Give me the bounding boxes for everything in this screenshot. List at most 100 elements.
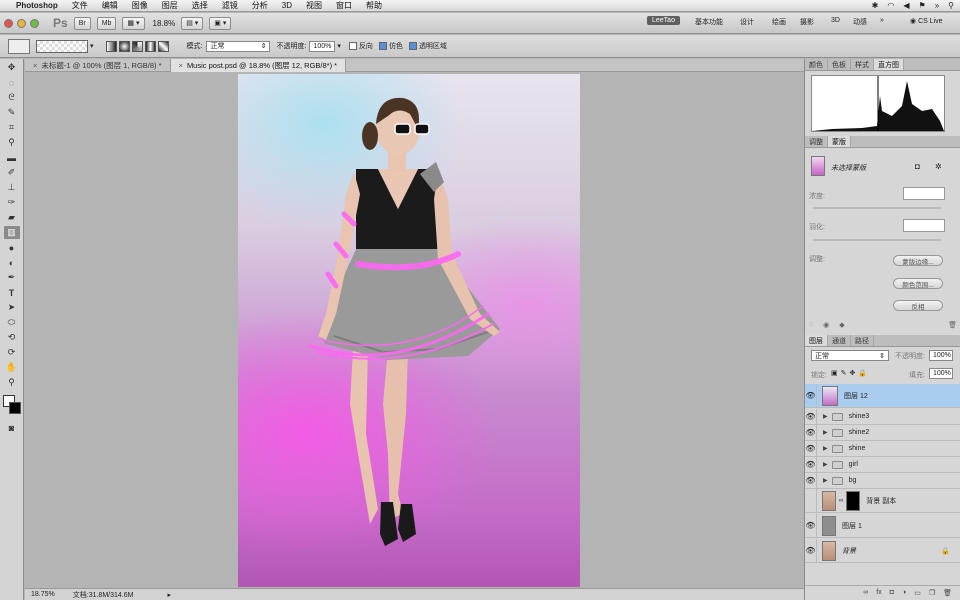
- arrange-documents-button[interactable]: ▤ ▾: [181, 16, 204, 30]
- expand-arrow-icon[interactable]: ▶: [823, 429, 828, 436]
- move-tool-icon[interactable]: ✥: [4, 61, 20, 74]
- shape-tool-icon[interactable]: ⬭: [4, 316, 20, 329]
- healing-brush-tool-icon[interactable]: ▬: [4, 151, 20, 164]
- workspace-motion[interactable]: 动感: [853, 17, 867, 27]
- menu-help[interactable]: 帮助: [366, 0, 382, 11]
- menu-filter[interactable]: 滤镜: [222, 0, 238, 11]
- zoom-level[interactable]: 18.8%: [153, 19, 176, 28]
- eye-icon[interactable]: 👁: [805, 513, 817, 538]
- 3d-rotate-tool-icon[interactable]: ⟲: [4, 331, 20, 344]
- workspace-essentials[interactable]: 基本功能: [695, 17, 723, 27]
- background-color-swatch[interactable]: [9, 402, 21, 414]
- expand-arrow-icon[interactable]: ▶: [823, 461, 828, 468]
- mask-edge-button[interactable]: 蒙版边缘...: [893, 255, 943, 266]
- blur-tool-icon[interactable]: ●: [4, 241, 20, 254]
- tab-music-post[interactable]: × Music post.psd @ 18.8% (图层 12, RGB/8*) …: [170, 59, 347, 72]
- opacity-input[interactable]: 100%: [309, 40, 336, 52]
- quick-mask-icon[interactable]: ◙: [4, 421, 20, 434]
- zoom-window-icon[interactable]: [30, 18, 39, 28]
- gradient-picker[interactable]: [36, 39, 88, 53]
- menu-app-name[interactable]: Photoshop: [16, 1, 58, 10]
- dodge-tool-icon[interactable]: ◐: [4, 256, 20, 269]
- reverse-checkbox[interactable]: [348, 42, 357, 51]
- menu-layer[interactable]: 图层: [162, 0, 178, 11]
- workspace-leetao[interactable]: LeeTao: [647, 16, 680, 25]
- layer-row[interactable]: 👁 背景 🔒: [805, 538, 960, 563]
- minimize-window-icon[interactable]: [17, 18, 26, 28]
- document-canvas[interactable]: [238, 74, 580, 587]
- zoom-tool-icon[interactable]: ⚲: [4, 376, 20, 389]
- feather-slider[interactable]: [813, 239, 941, 241]
- workspace-painting[interactable]: 绘画: [772, 17, 786, 27]
- quick-selection-tool-icon[interactable]: ✎: [4, 106, 20, 119]
- tab-color[interactable]: 颜色: [805, 59, 828, 70]
- layer-row[interactable]: 👁 ▶ shine: [805, 440, 960, 457]
- clone-stamp-tool-icon[interactable]: ⊥: [4, 181, 20, 194]
- density-input[interactable]: [903, 187, 945, 200]
- menu-select[interactable]: 选择: [192, 0, 208, 11]
- history-brush-tool-icon[interactable]: ✑: [4, 196, 20, 209]
- tab-untitled-1[interactable]: × 未标题-1 @ 100% (图层 1, RGB/8) *: [25, 59, 171, 72]
- color-range-button[interactable]: 颜色范围...: [893, 278, 943, 289]
- eye-icon[interactable]: 👁: [805, 383, 817, 408]
- cs-live-button[interactable]: ◉ CS Live: [910, 17, 943, 25]
- tab-adjustments[interactable]: 调整: [805, 136, 828, 147]
- feather-input[interactable]: [903, 219, 945, 232]
- status-zoom[interactable]: 18.75%: [31, 591, 55, 598]
- layer-row[interactable]: 👁 图层 12: [805, 383, 960, 408]
- blend-mode-select[interactable]: 正常 ⇕: [811, 350, 889, 361]
- gradient-tool-icon[interactable]: ▥: [3, 226, 20, 239]
- menu-image[interactable]: 图像: [132, 0, 148, 11]
- new-group-icon[interactable]: ▭: [914, 589, 921, 597]
- eye-icon[interactable]: 👁: [805, 456, 817, 473]
- volume-icon[interactable]: ◀: [903, 1, 909, 10]
- invert-button[interactable]: 反相: [893, 300, 943, 311]
- tab-masks[interactable]: 蒙版: [828, 136, 851, 147]
- expand-arrow-icon[interactable]: ▶: [823, 413, 828, 420]
- dither-checkbox[interactable]: [378, 42, 387, 51]
- marquee-tool-icon[interactable]: ◌: [4, 76, 20, 89]
- opacity-dropdown-icon[interactable]: ▾: [337, 42, 341, 50]
- load-selection-icon[interactable]: ◌: [809, 321, 813, 331]
- spotlight-icon[interactable]: ⚲: [948, 1, 954, 10]
- type-tool-icon[interactable]: T: [4, 286, 20, 299]
- tab-paths[interactable]: 路径: [851, 335, 874, 346]
- menu-3d[interactable]: 3D: [282, 1, 292, 10]
- eyedropper-tool-icon[interactable]: ⚲: [4, 136, 20, 149]
- radial-gradient-button[interactable]: [118, 40, 130, 52]
- layer-row[interactable]: 👁 ▶ shine2: [805, 424, 960, 441]
- lasso-tool-icon[interactable]: ᘓ: [4, 91, 20, 104]
- expand-arrow-icon[interactable]: ▶: [823, 445, 828, 452]
- workspace-3d[interactable]: 3D: [831, 17, 840, 24]
- add-mask-icon[interactable]: ◘: [890, 589, 894, 596]
- tab-channels[interactable]: 通道: [828, 335, 851, 346]
- flag-icon[interactable]: ⚑: [919, 1, 926, 10]
- wifi-icon[interactable]: ◠: [887, 1, 894, 10]
- close-window-icon[interactable]: [4, 18, 13, 28]
- expand-arrow-icon[interactable]: ▶: [823, 477, 828, 484]
- fast-forward-icon[interactable]: »: [935, 1, 939, 10]
- hand-tool-icon[interactable]: ✋: [4, 361, 20, 374]
- bridge-button[interactable]: Br: [73, 16, 91, 30]
- pixel-mask-icon[interactable]: ◘: [915, 162, 920, 171]
- menu-file[interactable]: 文件: [72, 0, 88, 11]
- delete-layer-icon[interactable]: 🗑: [943, 589, 952, 597]
- menu-view[interactable]: 视图: [306, 0, 322, 11]
- diamond-gradient-button[interactable]: [157, 40, 169, 52]
- tab-swatches[interactable]: 色板: [828, 59, 851, 70]
- mode-select[interactable]: 正常 ⇕: [206, 40, 271, 52]
- screen-mode-button[interactable]: ▣ ▾: [209, 16, 232, 30]
- fill-input[interactable]: 100%: [929, 368, 953, 379]
- tab-layers[interactable]: 图层: [805, 335, 828, 346]
- layer-style-icon[interactable]: fx: [876, 589, 881, 596]
- status-menu-icon[interactable]: ▸: [167, 591, 171, 599]
- path-selection-tool-icon[interactable]: ➤: [4, 301, 20, 314]
- brush-tool-icon[interactable]: ✐: [4, 166, 20, 179]
- layer-row[interactable]: 👁 ▶ shine3: [805, 408, 960, 425]
- workspace-photography[interactable]: 摄影: [800, 17, 814, 27]
- eraser-tool-icon[interactable]: ▰: [4, 211, 20, 224]
- new-layer-icon[interactable]: ❐: [929, 589, 935, 597]
- adjustment-layer-icon[interactable]: ◑: [902, 589, 906, 596]
- bluetooth-icon[interactable]: ✱: [872, 1, 879, 10]
- more-workspaces-icon[interactable]: »: [880, 17, 884, 24]
